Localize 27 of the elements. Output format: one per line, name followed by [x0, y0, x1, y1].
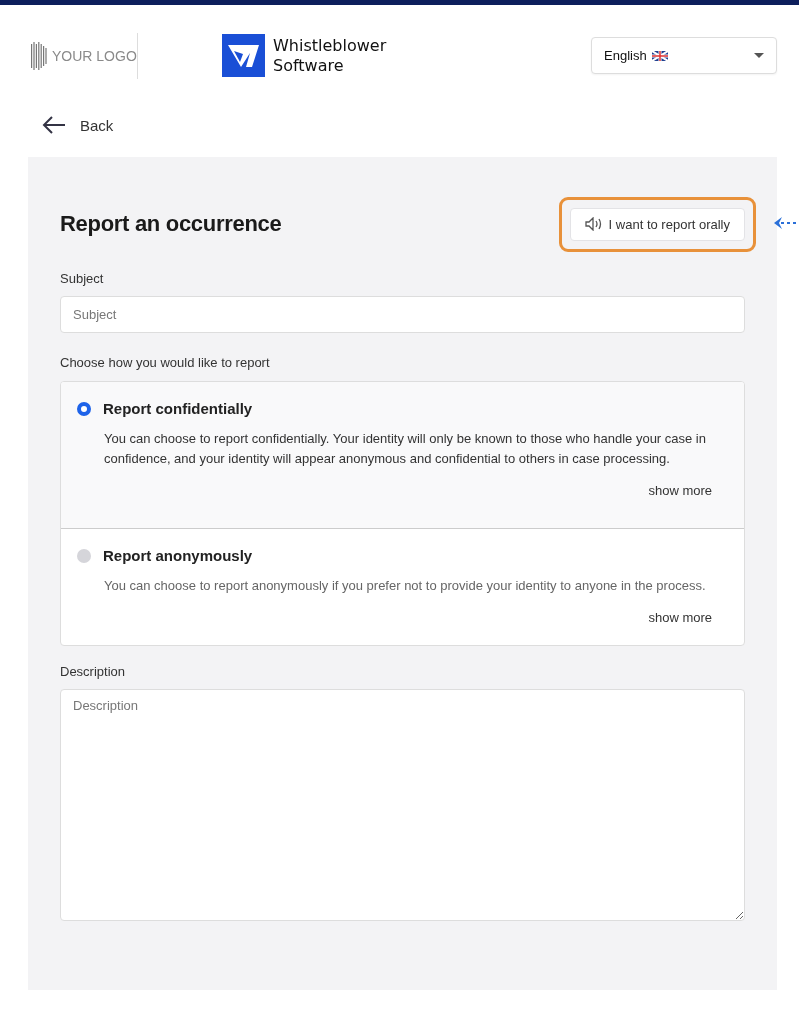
brand-logo-icon	[222, 34, 265, 77]
language-select[interactable]: English	[591, 37, 777, 74]
field-label: Description	[60, 664, 127, 679]
report-option[interactable]	[61, 382, 744, 528]
report-option[interactable]: Report anonymously You can choose to report anonymously if you prefer not to provide your identity to anyone in the process. show more	[61, 528, 744, 645]
brand-name: Whistleblower	[273, 35, 387, 56]
field-label: Choose how you would like to report	[60, 355, 271, 370]
pointer-arrow	[773, 216, 799, 230]
show-more-link[interactable]: show more	[648, 604, 712, 631]
option-description: You can choose to report anonymously if you prefer not to provide your identity to anyone in the process.	[104, 577, 707, 595]
description-field[interactable]: Description	[60, 689, 745, 921]
field-label: Subject	[60, 271, 105, 286]
show-more-link[interactable]: show more	[648, 477, 712, 504]
speaker-icon	[584, 217, 603, 231]
option-title: Report confidentially	[103, 400, 253, 417]
client-logo-text: YOUR LOGO	[52, 47, 137, 64]
back-link[interactable]: Back	[28, 100, 114, 150]
caret-icon	[754, 53, 764, 58]
subject-field[interactable]: Subject	[60, 296, 745, 333]
brand-name: Software	[273, 55, 345, 76]
radio-button[interactable]	[77, 401, 91, 416]
form-title: Report an occurrence	[60, 211, 282, 237]
radio-button[interactable]	[77, 548, 91, 563]
arrow-left-icon	[42, 116, 66, 134]
option-description: You can choose to report confidentially. Your identity will only be known to those who handle your case in confidence, and your identity will appear anonymous and confidential to others in case processing.	[104, 430, 707, 468]
option-title: Report anonymously	[103, 547, 253, 564]
report-orally-button[interactable]: I want to report orally	[569, 207, 745, 241]
